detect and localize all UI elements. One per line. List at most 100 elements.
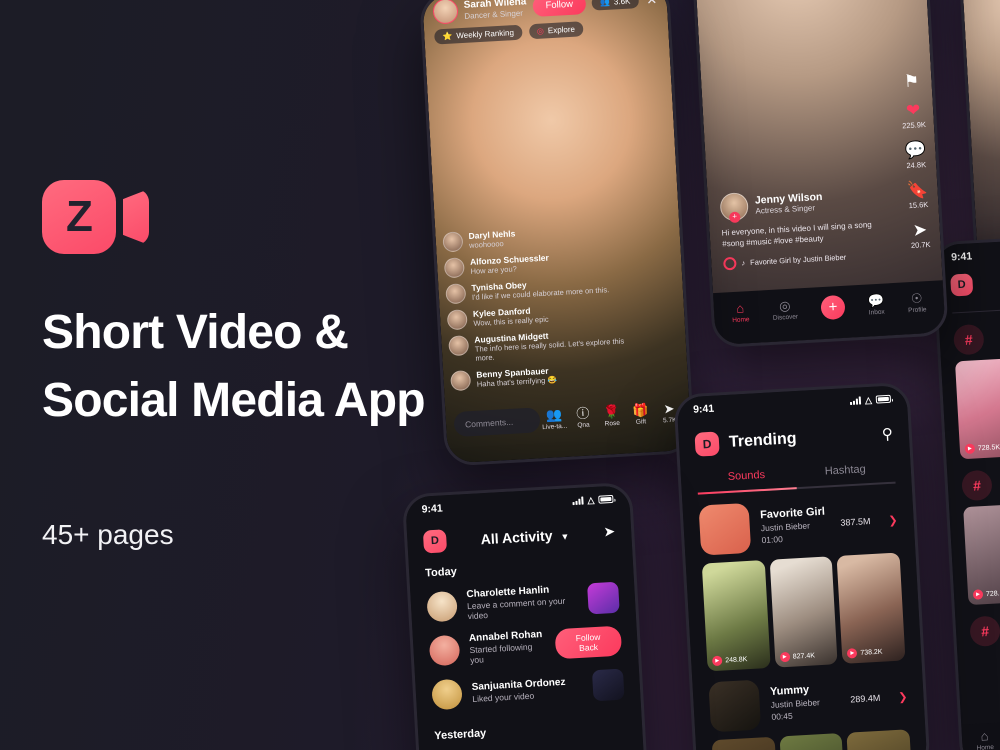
sound-name: Yummy	[769, 683, 810, 698]
video-thumbnail[interactable]: ▶ 738.2K	[836, 552, 906, 664]
nav-item-profile[interactable]: ☉ Profile	[907, 290, 927, 314]
hashtag-row[interactable]: # Son	[955, 598, 1000, 654]
share-icon: ➤	[912, 220, 928, 240]
hashtag-video-grid: ▶ 728.5K	[941, 354, 1000, 460]
heart-icon: ❤	[905, 100, 921, 121]
person-icon: ☉	[910, 290, 923, 306]
video-thumbnail[interactable]: ▶ 827.4K	[769, 556, 838, 668]
list-item: Kylee Danford Wow, this is really epic	[446, 300, 628, 330]
flag-icon: ⚑	[903, 71, 920, 92]
explore-badge[interactable]: ◎ Explore	[528, 21, 584, 40]
play-icon: ▶	[972, 589, 984, 600]
avatar	[719, 191, 749, 222]
chevron-down-icon: ▼	[560, 530, 570, 542]
nav-item-home[interactable]: ⌂ Home	[976, 728, 994, 750]
video-thumbnail[interactable]	[779, 733, 848, 750]
rose-button[interactable]: 🌹 Rose	[597, 403, 627, 428]
app-logo: Z	[42, 180, 462, 254]
list-item: Tynisha Obey I'd like if we could elabor…	[445, 274, 626, 304]
viewer-count-chip[interactable]: 👥 3.6K	[591, 0, 639, 11]
gift-icon: 🎁	[631, 401, 649, 418]
live-talk-button[interactable]: 👥 Live-ta...	[539, 407, 569, 431]
app-logo-icon: D	[694, 431, 720, 457]
hashtag-icon: #	[952, 323, 985, 356]
sound-name: Favorite Girl	[759, 505, 826, 522]
avatar[interactable]	[432, 0, 459, 25]
rail-comment-button[interactable]: 💬 24.8K	[903, 140, 928, 170]
video-thumbnail[interactable]: ▶ 728.5K	[954, 354, 1000, 460]
play-icon: ▶	[847, 648, 858, 659]
view-count: 827.4K	[792, 651, 816, 661]
comment-input[interactable]: Comments...	[453, 407, 541, 438]
rail-flag-button[interactable]: ⚑	[899, 71, 924, 92]
sound-thumbnail	[698, 502, 752, 556]
create-button[interactable]: +	[820, 294, 846, 321]
sound-count: 289.4M	[850, 692, 881, 705]
video-thumbnail[interactable]: ▶ 248.8K	[701, 560, 771, 672]
bottom-nav: ⌂ Home Di	[961, 716, 1000, 750]
list-item: Alfonzo Schuessler How are you?	[443, 248, 625, 278]
bookmark-icon: 🔖	[906, 179, 929, 201]
app-logo-icon: D	[950, 273, 974, 297]
battery-icon	[875, 394, 892, 404]
sound-artist: Justin Bieber	[770, 697, 821, 710]
battery-icon	[598, 494, 614, 504]
wifi-icon: △	[864, 394, 873, 405]
follow-button[interactable]: Follow	[532, 0, 587, 18]
video-thumbnail[interactable]	[587, 581, 620, 614]
hashtag-icon: #	[969, 615, 1000, 648]
avatar	[431, 678, 463, 710]
view-count: 738.2K	[860, 648, 883, 657]
status-time: 9:41	[692, 402, 715, 416]
video-thumbnail[interactable]	[711, 736, 781, 750]
play-icon: ▶	[964, 443, 976, 455]
video-thumbnail[interactable]	[591, 668, 625, 702]
video-camera-icon	[123, 189, 149, 245]
nav-item-inbox[interactable]: 💬 Inbox	[867, 292, 885, 316]
people-icon: 👥	[545, 406, 563, 423]
activity-action: Started following you	[469, 641, 533, 666]
send-icon[interactable]: ➤	[603, 523, 616, 541]
status-time: 9:41	[950, 250, 973, 264]
video-description: Hi everyone, in this video I will sing a…	[721, 219, 872, 249]
video-thumbnail[interactable]	[846, 729, 916, 750]
rail-bookmark-button[interactable]: 🔖 15.6K	[905, 179, 930, 210]
rose-icon: 🌹	[603, 403, 621, 420]
chevron-right-icon[interactable]: ❯	[898, 690, 908, 703]
video-thumbnail[interactable]: ▶ 728.5K	[963, 500, 1000, 606]
sound-duration: 01:00	[761, 534, 784, 546]
chevron-right-icon[interactable]: ❯	[888, 513, 898, 526]
question-icon: ⓘ	[575, 405, 590, 421]
activity-filter-label: All Activity	[480, 526, 553, 547]
search-icon[interactable]: ⚲	[881, 425, 893, 444]
star-icon: ⭐	[442, 31, 453, 42]
view-count: 728.5K	[985, 589, 1000, 598]
comment-icon: 💬	[904, 140, 927, 161]
avatar	[428, 634, 461, 667]
follow-back-button[interactable]: Follow Back	[554, 625, 623, 660]
sound-row[interactable]: Yummy Justin Bieber 00:45 289.4M ❯	[692, 659, 925, 741]
share-count: 20.7K	[910, 239, 931, 251]
people-icon: 👥	[599, 0, 611, 8]
list-item: Benny Spanbauer Haha that's terrifying 😂	[450, 361, 631, 392]
close-icon[interactable]: ✕	[646, 0, 658, 8]
inbox-icon: 💬	[867, 292, 885, 309]
rail-share-button[interactable]: ➤ 20.7K	[908, 220, 933, 251]
hashtag-row[interactable]: #	[946, 452, 1000, 508]
phone-trending: 9:41 △ D Trending ⚲ Sounds Hashtag Favor…	[673, 381, 931, 750]
play-icon: ▶	[711, 655, 723, 667]
hero-section: Z Short Video & Social Media App 45+ pag…	[42, 180, 462, 551]
home-icon: ⌂	[980, 728, 989, 744]
nav-item-discover[interactable]: ◎ Discover	[772, 298, 799, 322]
hashtag-video-grid: ▶ 728.5K	[949, 500, 1000, 606]
hero-title-line2: Social Media App	[42, 374, 426, 428]
rail-like-button[interactable]: ❤ 225.9K	[901, 100, 926, 130]
view-count: 728.5K	[977, 443, 1000, 452]
list-item: Augustina Midgett The info here is reall…	[448, 326, 629, 366]
gift-button[interactable]: 🎁 Gift	[626, 402, 656, 426]
nav-item-home[interactable]: ⌂ Home	[731, 300, 750, 324]
hashtag-row[interactable]: #	[938, 306, 1000, 362]
sound-row[interactable]: Favorite Girl Justin Bieber 01:00 387.5M…	[682, 483, 915, 565]
qna-button[interactable]: ⓘ Qna	[568, 405, 598, 430]
sound-count: 387.5M	[840, 516, 871, 528]
